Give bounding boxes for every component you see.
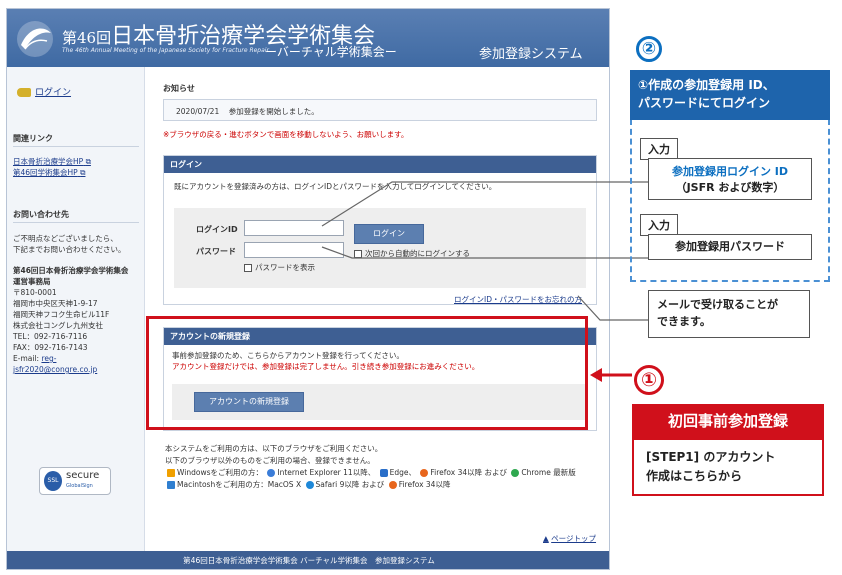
mail-notice: メールで受け取ることが できます。 [648,290,810,338]
step1-description: [STEP1] のアカウント 作成はこちらから [632,438,824,496]
input-tag-password: 入力 [640,214,678,236]
step1-number: ① [634,365,664,395]
input-tag-id: 入力 [640,138,678,160]
step2-heading: ①作成の参加登録用 ID、 パスワードにてログイン [630,70,830,120]
password-card: 参加登録用パスワード [648,234,812,260]
step1-heading: 初回事前参加登録 [632,404,824,438]
step2-number: ② [636,36,662,62]
login-id-card: 参加登録用ログイン ID （JSFR および数字） [648,158,812,200]
